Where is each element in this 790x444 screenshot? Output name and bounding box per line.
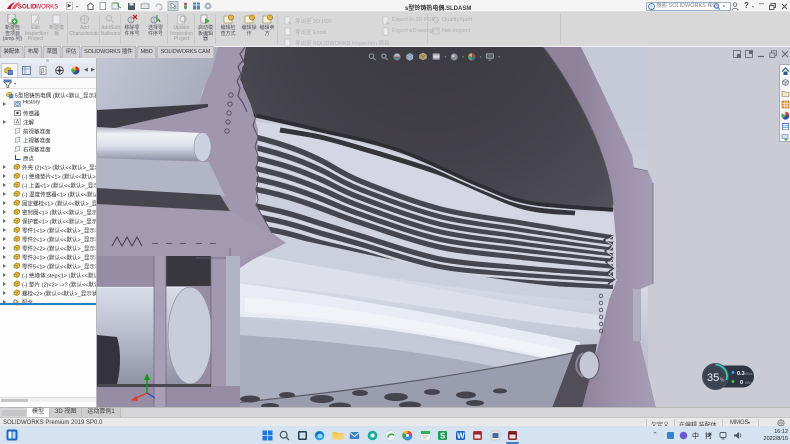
svg-text:1: 1 <box>129 18 132 24</box>
svg-text:SOLID: SOLID <box>18 5 37 11</box>
svg-text:0: 0 <box>740 380 743 386</box>
svg-text:KB/s: KB/s <box>745 381 753 385</box>
svg-text:KB/s: KB/s <box>745 372 753 376</box>
svg-text:1: 1 <box>153 18 156 24</box>
svg-text:S: S <box>440 432 446 441</box>
svg-text:35: 35 <box>707 372 719 384</box>
svg-text:?: ? <box>650 4 653 9</box>
svg-text:0.3: 0.3 <box>737 371 745 377</box>
svg-text:W: W <box>457 432 465 441</box>
svg-text:%: % <box>720 378 725 384</box>
svg-text:β: β <box>41 69 45 75</box>
svg-text:WORKS: WORKS <box>36 5 59 11</box>
